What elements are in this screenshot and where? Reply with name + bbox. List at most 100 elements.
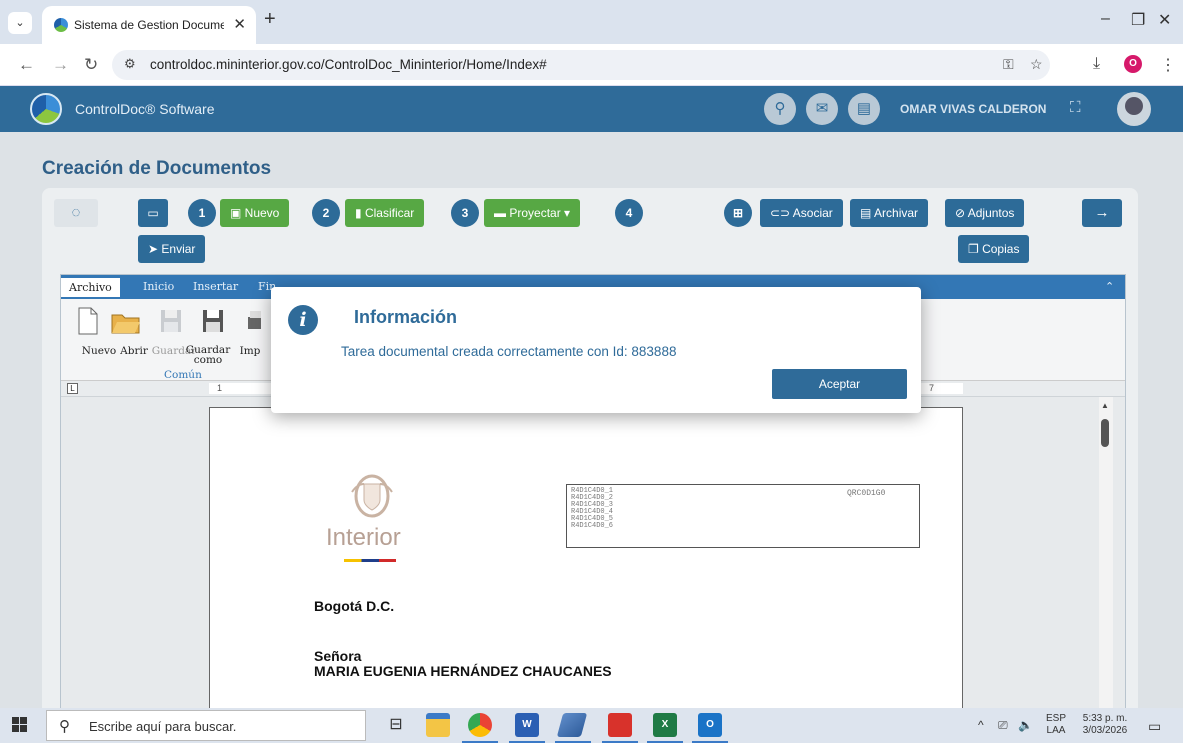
notepad-icon[interactable] (556, 713, 588, 737)
nuevo-label: Nuevo (244, 206, 280, 220)
ruler-number-1: 1 (217, 383, 223, 393)
tab-archivo[interactable]: Archivo (61, 278, 120, 297)
search-icon[interactable]: ⚲ (764, 93, 796, 125)
fullscreen-icon[interactable]: ⛶ (1070, 99, 1081, 116)
copias-button[interactable]: ❐ Copias (958, 235, 1030, 263)
url-text[interactable]: controldoc.mininterior.gov.co/ControlDoc… (150, 57, 547, 72)
menu-kebab-icon[interactable]: ⋮ (1160, 55, 1176, 75)
clasificar-button[interactable]: ▮ Clasificar (345, 199, 425, 227)
app-logo (30, 93, 62, 125)
download-icon[interactable]: ⤓ (1093, 55, 1100, 73)
chrome-icon[interactable] (468, 713, 492, 737)
adjuntos-button[interactable]: ⊘ Adjuntos (945, 199, 1025, 227)
group-icon[interactable]: ⊞ (724, 199, 752, 227)
clock[interactable]: 5:33 p. m. 3/03/2026 (1076, 713, 1134, 737)
document-icon[interactable]: ▤ (848, 93, 880, 125)
copias-label: Copias (982, 242, 1020, 256)
coat-of-arms-logo (351, 474, 393, 518)
document-page[interactable]: Interior R4D1C4D0_1 R4D1C4D0_2 R4D1C4D0_… (209, 407, 963, 727)
bookmark-star-icon[interactable]: ☆ (1030, 56, 1043, 73)
code-line: R4D1C4D0_6 (571, 522, 614, 530)
hide-eye-icon[interactable]: ◌ (54, 199, 98, 227)
taskbar-search-input[interactable]: ⚲ Escribe aquí para buscar. (46, 710, 366, 741)
logo-text: Interior (326, 524, 401, 551)
language-indicator[interactable]: ESP LAA (1044, 713, 1068, 737)
asociar-label: Asociar (792, 206, 833, 220)
new-file-icon: ▣ (230, 206, 245, 220)
reload-icon[interactable]: ↻ (84, 55, 98, 75)
inbox-icon[interactable]: ✉ (806, 93, 838, 125)
open-folder-icon[interactable] (111, 307, 141, 335)
ruler-number-7: 7 (929, 383, 935, 393)
taskbar: ⚲ Escribe aquí para buscar. ⊟ W X O ^ ⎚ … (0, 708, 1183, 743)
print-icon[interactable] (247, 307, 261, 335)
browser-tabstrip: ⌄ Sistema de Gestion Documenta ✕ + – ❐ ✕ (0, 0, 1183, 44)
new-tab-button[interactable]: + (264, 8, 276, 31)
codes-box: R4D1C4D0_1 R4D1C4D0_2 R4D1C4D0_3 R4D1C4D… (566, 484, 920, 548)
outlook-icon[interactable]: O (698, 713, 722, 737)
tab-insertar[interactable]: Insertar (193, 280, 238, 293)
vertical-scrollbar[interactable]: ▲ (1099, 397, 1113, 709)
save-as-icon[interactable] (201, 307, 225, 335)
page-title: Creación de Documentos (42, 158, 272, 179)
city-text: Bogotá D.C. (314, 598, 395, 614)
search-icon: ⚲ (59, 718, 70, 735)
tab-stop-icon[interactable]: L (67, 383, 78, 394)
ribbon-guardar-como-label[interactable]: Guardar como (185, 345, 231, 366)
volume-icon[interactable]: 🔈 (1018, 718, 1033, 732)
minimize-icon[interactable]: – (1101, 10, 1110, 28)
task-view-icon[interactable]: ⊟ (384, 713, 408, 737)
back-icon[interactable]: ← (18, 55, 35, 75)
bookmark-icon: ▮ (355, 206, 365, 220)
recipient-text: MARIA EUGENIA HERNÁNDEZ CHAUCANES (314, 663, 612, 679)
asociar-button[interactable]: ⊂⊃ Asociar (760, 199, 843, 227)
profile-avatar[interactable]: O (1124, 55, 1142, 73)
pdf-icon[interactable] (608, 713, 632, 737)
omnibox[interactable]: ⚙ controldoc.mininterior.gov.co/ControlD… (112, 50, 1050, 80)
windows-start-icon[interactable] (12, 717, 28, 733)
aceptar-button[interactable]: Aceptar (772, 369, 907, 399)
tab-search-chevron-icon[interactable]: ⌄ (8, 12, 32, 34)
clock-time: 5:33 p. m. (1082, 713, 1128, 724)
taskbar-search-placeholder: Escribe aquí para buscar. (89, 719, 237, 734)
collapse-ribbon-icon[interactable]: ⌃ (1105, 280, 1114, 293)
next-arrow-button[interactable]: → (1082, 199, 1122, 227)
screen-icon[interactable]: ▭ (138, 199, 168, 227)
favicon-icon (54, 18, 68, 32)
new-document-icon[interactable] (76, 307, 100, 335)
salutation-text: Señora (314, 648, 362, 664)
site-info-icon[interactable]: ⚙ (124, 56, 136, 72)
scroll-thumb[interactable] (1101, 419, 1109, 447)
ribbon-imprimir-label[interactable]: Imp (235, 345, 265, 357)
scroll-up-icon[interactable]: ▲ (1101, 401, 1109, 410)
flag-bar (344, 559, 396, 562)
restore-icon[interactable]: ❐ (1131, 10, 1145, 30)
network-icon[interactable]: ⎚ (998, 718, 1008, 733)
tab-close-icon[interactable]: ✕ (233, 15, 246, 33)
tab-inicio[interactable]: Inicio (143, 280, 174, 293)
user-name[interactable]: OMAR VIVAS CALDERON (900, 102, 1046, 116)
save-icon[interactable] (159, 307, 183, 335)
clock-date: 3/03/2026 (1082, 725, 1128, 736)
nuevo-button[interactable]: ▣ Nuevo (220, 199, 290, 227)
notifications-icon[interactable]: ▭ (1148, 718, 1161, 735)
proyectar-dropdown[interactable]: ▬ Proyectar ▾ (484, 199, 581, 227)
caret-down-icon: ▾ (560, 206, 571, 220)
file-explorer-icon[interactable] (426, 713, 450, 737)
laptop-icon: ▬ (494, 206, 510, 220)
archivar-button[interactable]: ▤ Archivar (850, 199, 929, 227)
avatar[interactable] (1117, 92, 1151, 126)
forward-icon[interactable]: → (52, 55, 69, 75)
document-area[interactable]: Interior R4D1C4D0_1 R4D1C4D0_2 R4D1C4D0_… (61, 397, 1125, 727)
password-key-icon[interactable]: ⚿ (1003, 56, 1014, 73)
word-icon[interactable]: W (515, 713, 539, 737)
window-close-icon[interactable]: ✕ (1158, 10, 1171, 30)
excel-icon[interactable]: X (653, 713, 677, 737)
document-panel: ◌ ▭ 1 ▣ Nuevo 2 ▮ Clasificar 3 ▬ Proyect… (42, 188, 1138, 727)
enviar-button[interactable]: ➤ Enviar (138, 235, 206, 263)
step-badge-2: 2 (312, 199, 340, 227)
paperclip-icon: ⊘ (955, 206, 968, 220)
browser-tab[interactable]: Sistema de Gestion Documenta ✕ (42, 6, 256, 44)
tray-chevron-icon[interactable]: ^ (978, 718, 984, 732)
app-name: ControlDoc® Software (75, 101, 215, 117)
